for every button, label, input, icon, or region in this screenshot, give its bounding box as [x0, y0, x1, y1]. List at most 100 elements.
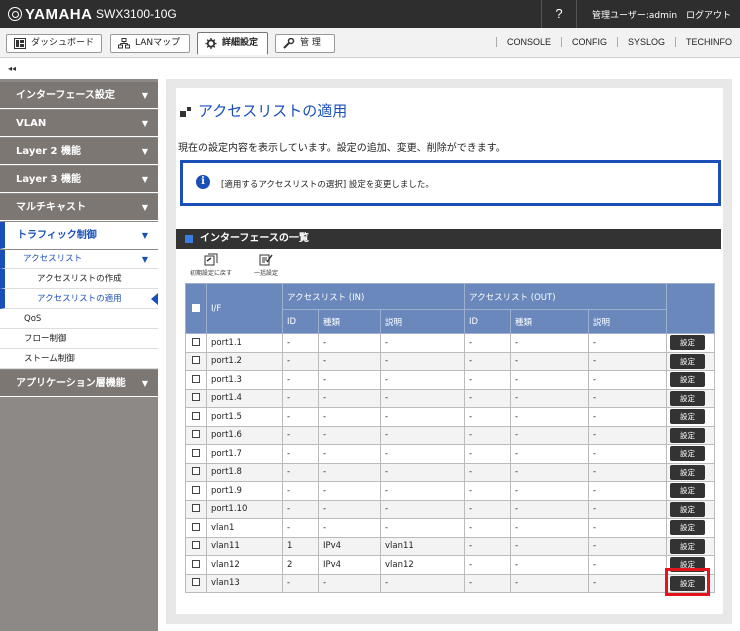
chevron-down-icon: ▼: [141, 203, 148, 212]
chevron-down-icon: ▼: [141, 147, 148, 156]
sidebar-item-qos[interactable]: QoS: [0, 309, 158, 329]
action-cell: 設定: [666, 425, 715, 445]
sidebar-item-traffic-control[interactable]: トラフィック制御 ▼: [0, 222, 158, 249]
if-cell: vlan13: [206, 573, 283, 593]
row-checkbox[interactable]: [192, 448, 200, 457]
in-id-cell: 1: [282, 536, 319, 556]
chevron-down-icon: ▼: [141, 231, 148, 240]
syslog-link[interactable]: SYSLOG: [616, 37, 675, 47]
help-button[interactable]: ?: [541, 0, 577, 28]
if-cell: vlan12: [206, 555, 283, 575]
sidebar-item-acl-apply[interactable]: アクセスリストの適用: [0, 289, 158, 309]
in-type-cell: -: [318, 333, 381, 353]
sidebar-item-acl[interactable]: アクセスリスト ▼: [0, 250, 158, 269]
table-row: port1.2- - - - - - 設定: [185, 351, 715, 371]
action-cell: 設定: [666, 499, 715, 519]
interface-table: I/F アクセスリスト (IN) アクセスリスト (OUT) ID 種類 説明 …: [185, 283, 715, 593]
out-type-cell: -: [510, 462, 589, 482]
tab-dashboard[interactable]: ダッシュボード: [6, 34, 102, 53]
out-desc-cell: -: [588, 351, 667, 371]
tab-advanced-settings-label: 詳細設定: [222, 38, 259, 48]
out-desc-cell: -: [588, 462, 667, 482]
page-title: アクセスリストの適用: [198, 102, 348, 120]
table-row: port1.9- - - - - - 設定: [185, 481, 715, 501]
settings-button[interactable]: 設定: [670, 372, 705, 388]
settings-button[interactable]: 設定: [670, 501, 705, 517]
out-desc-cell: -: [588, 407, 667, 427]
action-cell: 設定: [666, 370, 715, 390]
row-checkbox[interactable]: [192, 541, 200, 550]
row-checkbox[interactable]: [192, 467, 200, 476]
sidebar-item-acl-create[interactable]: アクセスリストの作成: [0, 269, 158, 289]
row-checkbox-cell: [185, 536, 207, 556]
if-cell: port1.3: [206, 370, 283, 390]
table-row: port1.1- - - - - - 設定: [185, 333, 715, 353]
settings-button[interactable]: 設定: [670, 335, 705, 351]
sidebar-item-vlan[interactable]: VLAN ▼: [0, 110, 158, 137]
row-checkbox[interactable]: [192, 559, 200, 568]
select-all-checkbox[interactable]: [192, 303, 200, 312]
sidebar-item-multicast[interactable]: マルチキャスト ▼: [0, 194, 158, 221]
bulk-settings-button[interactable]: 一括設定: [254, 253, 278, 277]
sidebar-item-layer3[interactable]: Layer 3 機能 ▼: [0, 166, 158, 193]
settings-button[interactable]: 設定: [670, 483, 705, 499]
table-row: port1.7- - - - - - 設定: [185, 444, 715, 464]
logout-link[interactable]: ログアウト: [686, 8, 731, 21]
in-type-cell: -: [318, 518, 381, 538]
tab-advanced-settings[interactable]: 詳細設定: [197, 32, 268, 55]
row-checkbox[interactable]: [192, 393, 200, 402]
tab-lan-map[interactable]: LANマップ: [110, 34, 190, 53]
sidebar-item-interface[interactable]: インターフェース設定 ▼: [0, 82, 158, 109]
in-desc-cell: -: [380, 518, 465, 538]
page-description: 現在の設定内容を表示しています。設定の追加、変更、削除ができます。: [178, 143, 506, 154]
row-checkbox[interactable]: [192, 578, 200, 587]
sidebar-item-label: QoS: [24, 314, 42, 324]
acl-in-header: アクセスリスト (IN): [282, 283, 465, 310]
table-row: port1.10- - - - - - 設定: [185, 499, 715, 519]
settings-button[interactable]: 設定: [670, 538, 705, 554]
row-checkbox[interactable]: [192, 411, 200, 420]
sidebar-item-label: Layer 2 機能: [16, 146, 81, 157]
settings-button[interactable]: 設定: [670, 520, 705, 536]
row-checkbox[interactable]: [192, 522, 200, 531]
out-type-header: 種類: [510, 309, 589, 334]
in-desc-cell: -: [380, 573, 465, 593]
in-type-cell: -: [318, 444, 381, 464]
if-cell: port1.8: [206, 462, 283, 482]
settings-button[interactable]: 設定: [670, 409, 705, 425]
table-row: port1.5- - - - - - 設定: [185, 407, 715, 427]
acl-out-header: アクセスリスト (OUT): [464, 283, 667, 310]
settings-button[interactable]: 設定: [670, 353, 705, 369]
row-checkbox[interactable]: [192, 337, 200, 346]
sidebar-item-application[interactable]: アプリケーション層機能 ▼: [0, 370, 158, 397]
chevron-down-icon: ▼: [141, 119, 148, 128]
row-checkbox[interactable]: [192, 430, 200, 439]
in-desc-header: 説明: [380, 309, 465, 334]
in-id-header: ID: [282, 309, 319, 334]
out-id-cell: -: [464, 481, 511, 501]
sidebar-item-layer2[interactable]: Layer 2 機能 ▼: [0, 138, 158, 165]
reset-defaults-button[interactable]: 初期設定に戻す: [190, 253, 232, 277]
row-checkbox[interactable]: [192, 374, 200, 383]
settings-button[interactable]: 設定: [670, 464, 705, 480]
config-link[interactable]: CONFIG: [560, 37, 617, 47]
techinfo-link[interactable]: TECHINFO: [675, 37, 732, 47]
table-row: vlan12 2 IPv4 vlan12- - - 設定: [185, 555, 715, 575]
row-checkbox[interactable]: [192, 504, 200, 513]
row-checkbox[interactable]: [192, 485, 200, 494]
console-link[interactable]: CONSOLE: [495, 37, 561, 47]
model-name: SWX3100-10G: [96, 7, 177, 21]
collapse-sidebar-icon[interactable]: ◂◂: [8, 64, 16, 73]
settings-button[interactable]: 設定: [670, 427, 705, 443]
row-checkbox[interactable]: [192, 356, 200, 365]
in-type-cell: -: [318, 481, 381, 501]
sidebar-item-flow-control[interactable]: フロー制御: [0, 329, 158, 349]
out-desc-header: 説明: [588, 309, 667, 334]
out-type-cell: -: [510, 518, 589, 538]
tab-management[interactable]: 管 理: [275, 34, 335, 53]
settings-button[interactable]: 設定: [670, 446, 705, 462]
sidebar-item-storm-control[interactable]: ストーム制御: [0, 349, 158, 369]
wrench-icon: [283, 38, 295, 49]
settings-button[interactable]: 設定: [670, 390, 705, 406]
in-desc-cell: -: [380, 333, 465, 353]
